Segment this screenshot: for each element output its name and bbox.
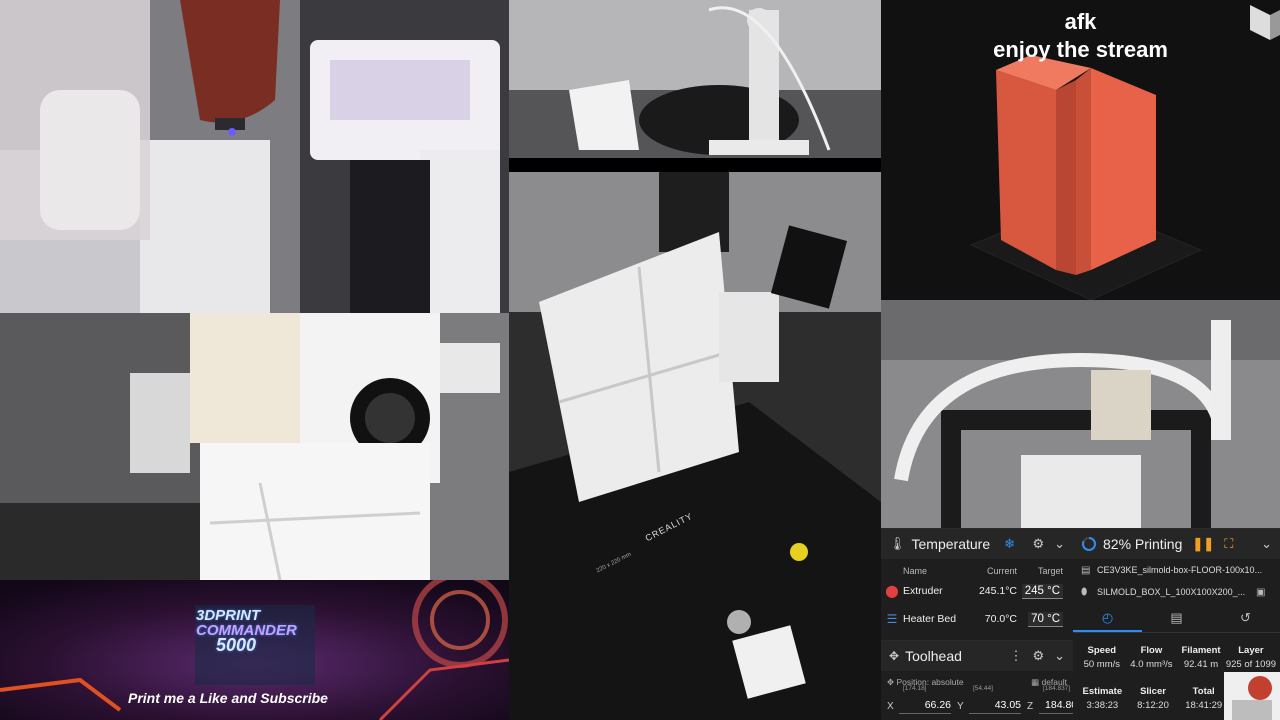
cancel-icon[interactable]: ⛶	[1224, 536, 1233, 552]
heater-bed-icon: ☰	[886, 612, 898, 626]
bed-name: Heater Bed	[903, 612, 957, 625]
camera-nozzle-closeup	[0, 0, 509, 313]
object-icon: ⬮	[1081, 586, 1088, 598]
exclude-icon[interactable]: ▣	[1256, 587, 1272, 598]
extruder-target-input[interactable]: 245 °C	[1021, 583, 1063, 599]
stat-filament: Filament 92.41 m	[1181, 645, 1221, 670]
extruder-current: 245.1°C	[978, 585, 1017, 597]
extruder-name: Extruder	[903, 585, 943, 597]
time-total: Total 18:41:29	[1185, 686, 1223, 711]
progress-label: 82% Printing	[1103, 536, 1183, 552]
pause-icon[interactable]: ❚❚	[1192, 536, 1214, 552]
toolhead-header: ✥ Toolhead ⋮ ⚙ ⌄	[881, 641, 1073, 671]
chevron-down-icon[interactable]: ⌄	[1054, 536, 1065, 552]
camera-print-bed: CREALITY 220 x 220 mm	[509, 172, 881, 720]
temperature-header: 🌡 Temperature ❄ ⚙ ⌄	[881, 529, 1073, 559]
file-line-2: ⬮ SILMOLD_BOX_L_100X100X200_... ▣	[1073, 581, 1280, 603]
file-name-1: CE3V3KE_silmold-box-FLOOR-100x10...	[1097, 565, 1263, 575]
toolhead-chevron-icon[interactable]: ⌄	[1054, 648, 1065, 664]
col-current: Current	[986, 566, 1017, 576]
afk-title: afk	[1064, 9, 1097, 34]
temperature-table-header: Name Current Target	[881, 562, 1073, 580]
times-row: Estimate 3:38:23 Slicer 8:12:20 Total 18:41…	[1073, 686, 1233, 711]
move-icon: ✥	[889, 649, 900, 663]
camera-box-print	[0, 313, 509, 580]
temperature-panel: 🌡 Temperature ❄ ⚙ ⌄ Name Current Target …	[881, 528, 1073, 640]
stat-flow: Flow 4.0 mm³/s	[1130, 645, 1173, 670]
status-tabs: ◴ ▤ ↺	[1073, 603, 1280, 633]
banner-tagline: Print me a Like and Subscribe	[128, 690, 328, 706]
view-cube-icon[interactable]	[1240, 0, 1280, 50]
toolhead-gear-icon[interactable]: ⚙	[1032, 648, 1044, 664]
toolhead-title: Toolhead	[905, 648, 962, 664]
afk-overlay: afk enjoy the stream	[881, 0, 1280, 300]
axis-y[interactable]: Y [54.44] 43.05	[957, 685, 1021, 714]
temperature-table: Name Current Target ⬤ Extruder 245.1°C 2…	[881, 562, 1073, 636]
bed-target-input[interactable]: 70 °C	[1028, 611, 1063, 627]
status-panel: 82% Printing ❚❚ ⛶ ⌄ ▤ CE3V3KE_silmold-bo…	[1073, 528, 1280, 720]
time-slicer: Slicer 8:12:20	[1137, 686, 1169, 711]
col-target: Target	[1037, 566, 1063, 576]
banner-logo: 3DPRINT COMMANDER 5000	[196, 607, 297, 655]
camera-printer-overview	[881, 300, 1280, 528]
file-line-1: ▤ CE3V3KE_silmold-box-FLOOR-100x10...	[1073, 559, 1280, 581]
stat-speed: Speed 50 mm/s	[1083, 645, 1121, 670]
bed-current: 70.0°C	[984, 613, 1017, 625]
stat-layer: Layer 925 of 1099	[1225, 645, 1277, 670]
toolhead-panel: ✥ Toolhead ⋮ ⚙ ⌄ ✥ Position: absolute ▦ …	[881, 640, 1083, 720]
afk-subtitle: enjoy the stream	[993, 37, 1168, 62]
tab-status[interactable]: ◴	[1073, 603, 1142, 632]
progress-ring-icon	[1082, 537, 1096, 551]
thermometer-icon: 🌡	[889, 536, 906, 551]
snowflake-icon[interactable]: ❄	[1004, 536, 1015, 552]
tab-history[interactable]: ↺	[1211, 603, 1280, 632]
thumbnail-image	[1224, 672, 1280, 720]
file-name-2: SILMOLD_BOX_L_100X100X200_...	[1097, 587, 1246, 597]
status-chevron-icon[interactable]: ⌄	[1261, 536, 1272, 552]
status-header: 82% Printing ❚❚ ⛶ ⌄	[1073, 529, 1280, 559]
camera-figurine	[509, 0, 881, 158]
file-icon: ▤	[1081, 564, 1091, 576]
gear-icon[interactable]: ⚙	[1032, 536, 1044, 552]
tab-files[interactable]: ▤	[1142, 603, 1211, 632]
temperature-row-bed: ☰ Heater Bed 70.0°C 70 °C	[881, 602, 1073, 636]
more-vertical-icon[interactable]: ⋮	[1009, 648, 1022, 664]
temperature-title: Temperature	[911, 536, 991, 552]
col-name: Name	[903, 566, 928, 576]
axis-row: X [174.18] 66.26 Y [54.44] 43.05 Z [184.83…	[881, 685, 1083, 714]
time-estimate: Estimate 3:38:23	[1082, 686, 1123, 711]
axis-x[interactable]: X [174.18] 66.26	[887, 685, 951, 714]
extruder-icon: ⬤	[885, 584, 899, 598]
temperature-row-extruder: ⬤ Extruder 245.1°C 245 °C	[881, 580, 1073, 602]
stats-row: Speed 50 mm/s Flow 4.0 mm³/s Filament 92.41…	[1073, 645, 1280, 670]
